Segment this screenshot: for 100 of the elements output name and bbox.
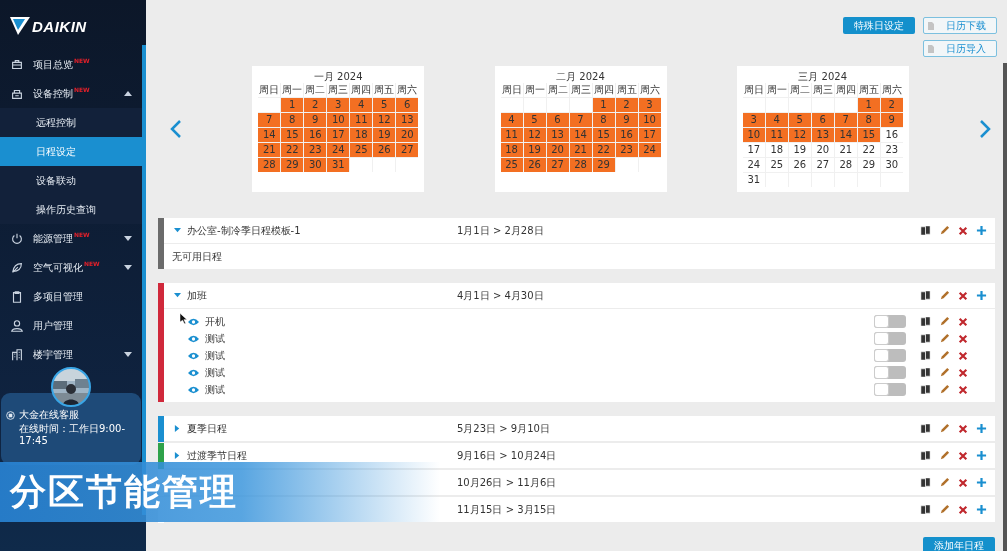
calendar-day[interactable]: 19 (523, 143, 546, 157)
pencil-icon[interactable] (939, 333, 950, 344)
copy-icon[interactable] (920, 477, 931, 488)
calendar-day[interactable]: 8 (857, 113, 880, 127)
copy-icon[interactable] (920, 350, 931, 361)
toggle-switch[interactable] (874, 383, 906, 396)
calendar-day[interactable]: 7 (569, 113, 592, 127)
calendar-day[interactable]: 28 (834, 158, 857, 172)
caret-icon[interactable] (174, 292, 181, 299)
calendar-day[interactable]: 17 (638, 128, 661, 142)
copy-icon[interactable] (920, 316, 931, 327)
add-icon[interactable] (976, 423, 987, 434)
calendar-day[interactable]: 26 (788, 158, 811, 172)
pencil-icon[interactable] (939, 423, 950, 434)
calendar-day[interactable]: 21 (834, 143, 857, 157)
calendar-day[interactable]: 10 (742, 128, 765, 142)
calendar-day[interactable]: 12 (523, 128, 546, 142)
calendar-day[interactable]: 12 (788, 128, 811, 142)
calendar-day[interactable]: 2 (615, 98, 638, 112)
toggle-switch[interactable] (874, 315, 906, 328)
calendar-day[interactable]: 20 (546, 143, 569, 157)
calendar-day[interactable]: 29 (857, 158, 880, 172)
special-day-button[interactable]: 特殊日设定 (843, 17, 915, 34)
eye-icon[interactable] (188, 317, 199, 326)
calendar-day[interactable]: 18 (500, 143, 523, 157)
calendar-day[interactable]: 3 (742, 113, 765, 127)
calendar-day[interactable]: 8 (592, 113, 615, 127)
calendar-day[interactable]: 5 (373, 98, 396, 112)
calendar-day[interactable]: 16 (304, 128, 327, 142)
toggle-switch[interactable] (874, 332, 906, 345)
eye-icon[interactable] (188, 385, 199, 394)
caret-icon[interactable] (174, 425, 181, 432)
delete-icon[interactable] (958, 423, 968, 434)
calendar-day[interactable]: 19 (788, 143, 811, 157)
calendar-day[interactable]: 25 (350, 143, 373, 157)
calendar-day[interactable]: 1 (857, 98, 880, 112)
eye-icon[interactable] (188, 368, 199, 377)
delete-icon[interactable] (958, 316, 968, 327)
pencil-icon[interactable] (939, 225, 950, 236)
add-icon[interactable] (976, 225, 987, 236)
pencil-icon[interactable] (939, 290, 950, 301)
delete-icon[interactable] (958, 333, 968, 344)
delete-icon[interactable] (958, 477, 968, 488)
add-icon[interactable] (976, 504, 987, 515)
calendar-day[interactable]: 20 (396, 128, 419, 142)
calendar-day[interactable]: 4 (350, 98, 373, 112)
calendar-day[interactable]: 6 (396, 98, 419, 112)
file-button[interactable]: 日历下载 (923, 17, 997, 34)
nav-item[interactable]: 能源管理$^{NEW}$ (0, 224, 142, 253)
copy-icon[interactable] (920, 333, 931, 344)
calendar-day[interactable]: 11 (350, 113, 373, 127)
calendar-day[interactable]: 18 (350, 128, 373, 142)
calendar-day[interactable]: 2 (880, 98, 903, 112)
copy-icon[interactable] (920, 290, 931, 301)
pencil-icon[interactable] (939, 367, 950, 378)
delete-icon[interactable] (958, 225, 968, 236)
caret-icon[interactable] (174, 227, 181, 234)
calendar-day[interactable]: 14 (569, 128, 592, 142)
copy-icon[interactable] (920, 423, 931, 434)
toggle-switch[interactable] (874, 349, 906, 362)
calendar-day[interactable]: 4 (765, 113, 788, 127)
calendar-day[interactable]: 3 (638, 98, 661, 112)
calendar-day[interactable]: 24 (638, 143, 661, 157)
calendar-day[interactable]: 11 (500, 128, 523, 142)
next-icon[interactable] (979, 119, 991, 139)
calendar-day[interactable]: 5 (523, 113, 546, 127)
pencil-icon[interactable] (939, 477, 950, 488)
delete-icon[interactable] (958, 350, 968, 361)
calendar-day[interactable]: 14 (834, 128, 857, 142)
calendar-day[interactable]: 16 (615, 128, 638, 142)
calendar-day[interactable]: 4 (500, 113, 523, 127)
delete-icon[interactable] (958, 367, 968, 378)
calendar-day[interactable]: 6 (546, 113, 569, 127)
nav-item[interactable]: 设备控制$^{NEW}$ (0, 79, 142, 108)
calendar-day[interactable]: 17 (327, 128, 350, 142)
pencil-icon[interactable] (939, 504, 950, 515)
nav-subitem[interactable]: 远程控制 (0, 108, 142, 137)
copy-icon[interactable] (920, 504, 931, 515)
toggle-switch[interactable] (874, 366, 906, 379)
calendar-day[interactable]: 13 (811, 128, 834, 142)
calendar-day[interactable]: 21 (258, 143, 281, 157)
pencil-icon[interactable] (939, 350, 950, 361)
calendar-day[interactable]: 30 (880, 158, 903, 172)
delete-icon[interactable] (958, 450, 968, 461)
calendar-day[interactable]: 28 (258, 158, 281, 172)
calendar-day[interactable]: 1 (281, 98, 304, 112)
calendar-day[interactable]: 10 (638, 113, 661, 127)
calendar-day[interactable]: 29 (592, 158, 615, 172)
calendar-day[interactable]: 22 (592, 143, 615, 157)
calendar-day[interactable]: 14 (258, 128, 281, 142)
nav-item[interactable]: 空气可视化$^{NEW}$ (0, 253, 142, 282)
calendar-day[interactable]: 1 (592, 98, 615, 112)
calendar-day[interactable]: 9 (615, 113, 638, 127)
calendar-day[interactable]: 5 (788, 113, 811, 127)
pencil-icon[interactable] (939, 316, 950, 327)
calendar-day[interactable]: 3 (327, 98, 350, 112)
file-button[interactable]: 日历导入 (923, 40, 997, 57)
calendar-day[interactable]: 27 (811, 158, 834, 172)
calendar-day[interactable]: 31 (742, 173, 765, 187)
copy-icon[interactable] (920, 384, 931, 395)
